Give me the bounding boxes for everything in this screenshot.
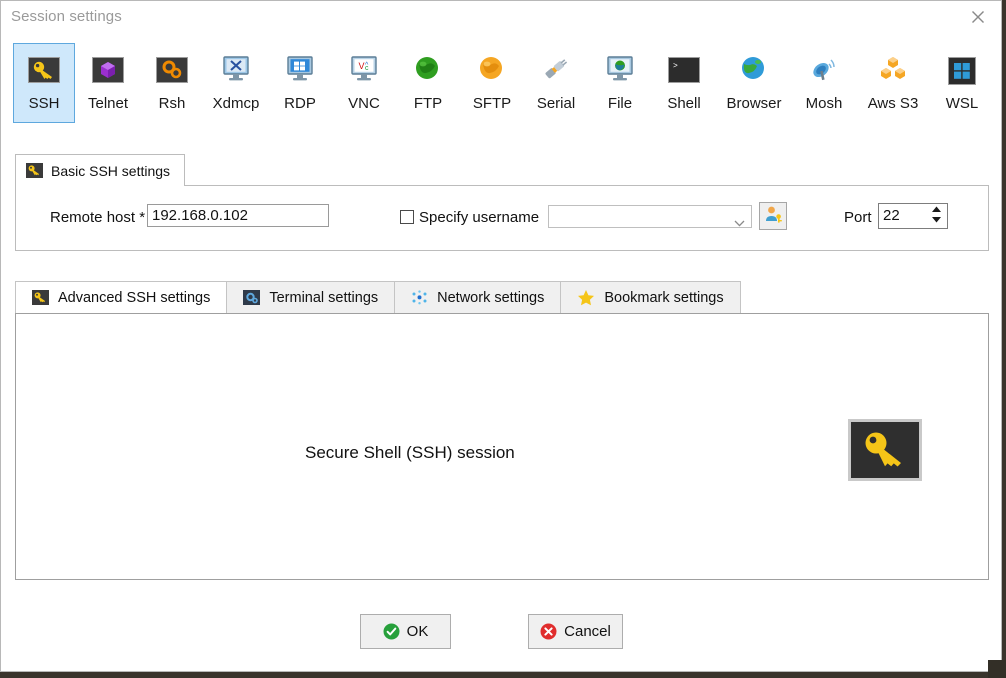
- key-icon: [848, 419, 922, 481]
- svg-text:>: >: [673, 62, 678, 71]
- key-icon: [32, 290, 49, 305]
- protocol-item-wsl[interactable]: WSL: [931, 43, 993, 123]
- title-bar: Session settings: [1, 1, 1001, 34]
- x-circle-icon: [540, 623, 557, 640]
- svg-text:c: c: [365, 65, 369, 72]
- star-icon: [577, 289, 595, 306]
- key-icon: [28, 54, 60, 86]
- spinner-down-arrow[interactable]: [931, 216, 942, 223]
- tab-basic-ssh-settings[interactable]: Basic SSH settings: [15, 154, 186, 186]
- protocol-item-shell[interactable]: > Shell: [653, 43, 715, 123]
- protocol-label: Shell: [667, 95, 701, 112]
- tab-advanced-ssh-settings[interactable]: Advanced SSH settings: [15, 281, 227, 314]
- svg-text:V: V: [359, 61, 365, 71]
- monitor-globe-icon: [604, 54, 636, 86]
- protocol-label: FTP: [413, 95, 443, 112]
- protocol-label: Browser: [726, 95, 782, 112]
- protocol-item-ftp[interactable]: FTP: [397, 43, 459, 123]
- plug-icon: [540, 54, 572, 86]
- tab-label: Basic SSH settings: [51, 162, 171, 179]
- blue-globe-icon: [738, 54, 770, 86]
- tab-terminal-settings[interactable]: Terminal settings: [226, 281, 395, 314]
- close-icon: [972, 11, 984, 23]
- network-dots-icon: [411, 290, 428, 305]
- protocol-item-mosh[interactable]: Mosh: [793, 43, 855, 123]
- protocol-label: Aws S3: [867, 95, 919, 112]
- tab-network-settings[interactable]: Network settings: [394, 281, 561, 314]
- ok-button[interactable]: OK: [360, 614, 451, 649]
- protocol-item-vnc[interactable]: V ^ c VNC: [333, 43, 395, 123]
- chevron-down-icon: [734, 214, 745, 232]
- protocol-label: Mosh: [805, 95, 843, 112]
- protocol-item-browser[interactable]: Browser: [717, 43, 791, 123]
- orange-globe-icon: [476, 54, 508, 86]
- cubes-icon: [877, 54, 909, 86]
- satellite-icon: [808, 54, 840, 86]
- tab-bookmark-settings[interactable]: Bookmark settings: [560, 281, 741, 314]
- lower-tabstrip: Advanced SSH settings Terminal settings: [15, 281, 741, 314]
- protocol-label: Xdmcp: [212, 95, 260, 112]
- protocol-item-rsh[interactable]: Rsh: [141, 43, 203, 123]
- cancel-label: Cancel: [564, 623, 611, 640]
- protocol-item-aws-s3[interactable]: Aws S3: [857, 43, 929, 123]
- protocol-toolbar: SSH Telnet Rsh Xdmcp RDP V ^ c VNC FTP S…: [13, 43, 991, 129]
- port-value: 22: [883, 207, 900, 224]
- spinner-up-arrow[interactable]: [931, 206, 942, 213]
- protocol-item-ssh[interactable]: SSH: [13, 43, 75, 123]
- desktop-background-corner: [988, 660, 1006, 678]
- tab-label: Bookmark settings: [604, 289, 724, 306]
- gear-icon: [243, 290, 261, 305]
- ok-label: OK: [406, 623, 429, 640]
- terminal-icon: >: [668, 54, 700, 86]
- protocol-label: Telnet: [87, 95, 129, 112]
- protocol-label: VNC: [348, 95, 380, 112]
- advanced-ssh-settings-panel: Secure Shell (SSH) session: [15, 313, 989, 580]
- user-credentials-button[interactable]: [759, 202, 787, 230]
- remote-host-label: Remote host *: [50, 209, 146, 226]
- protocol-label: WSL: [945, 95, 979, 112]
- protocol-item-sftp[interactable]: SFTP: [461, 43, 523, 123]
- close-button[interactable]: [955, 1, 1001, 33]
- gears-icon: [156, 54, 188, 86]
- protocol-label: Serial: [536, 95, 576, 112]
- protocol-label: SFTP: [472, 95, 512, 112]
- tab-label: Advanced SSH settings: [58, 289, 211, 306]
- session-settings-dialog: Session settings SSH Telnet Rsh Xdmcp RD…: [0, 0, 1002, 672]
- protocol-label: RDP: [284, 95, 316, 112]
- username-combobox[interactable]: [548, 205, 752, 228]
- green-globe-icon: [412, 54, 444, 86]
- tab-label: Network settings: [437, 289, 545, 306]
- protocol-label: Rsh: [158, 95, 186, 112]
- specify-username-label: Specify username: [419, 209, 540, 226]
- check-circle-icon: [383, 623, 400, 640]
- protocol-label: SSH: [28, 95, 60, 112]
- basic-settings-tabstrip: Basic SSH settings: [15, 154, 186, 186]
- windows-icon: [946, 54, 978, 86]
- protocol-item-rdp[interactable]: RDP: [269, 43, 331, 123]
- gem-icon: [92, 54, 124, 86]
- port-spinner[interactable]: 22: [878, 203, 948, 229]
- key-icon: [26, 163, 43, 178]
- monitor-windows-icon: [284, 54, 316, 86]
- session-description: Secure Shell (SSH) session: [305, 443, 515, 462]
- protocol-item-telnet[interactable]: Telnet: [77, 43, 139, 123]
- protocol-item-xdmcp[interactable]: Xdmcp: [205, 43, 267, 123]
- tab-label: Terminal settings: [269, 289, 379, 306]
- cancel-button[interactable]: Cancel: [528, 614, 623, 649]
- protocol-item-serial[interactable]: Serial: [525, 43, 587, 123]
- monitor-x-icon: [220, 54, 252, 86]
- protocol-label: File: [607, 95, 633, 112]
- window-title: Session settings: [11, 8, 122, 25]
- remote-host-input[interactable]: [147, 204, 329, 227]
- spinner-arrows-icon[interactable]: [931, 206, 942, 223]
- basic-settings-panel: Remote host * Specify username: [15, 185, 989, 251]
- monitor-vc-icon: V ^ c: [348, 54, 380, 86]
- user-key-icon: [763, 204, 783, 229]
- specify-username-checkbox[interactable]: [400, 210, 414, 224]
- port-label: Port: [844, 209, 872, 226]
- protocol-item-file[interactable]: File: [589, 43, 651, 123]
